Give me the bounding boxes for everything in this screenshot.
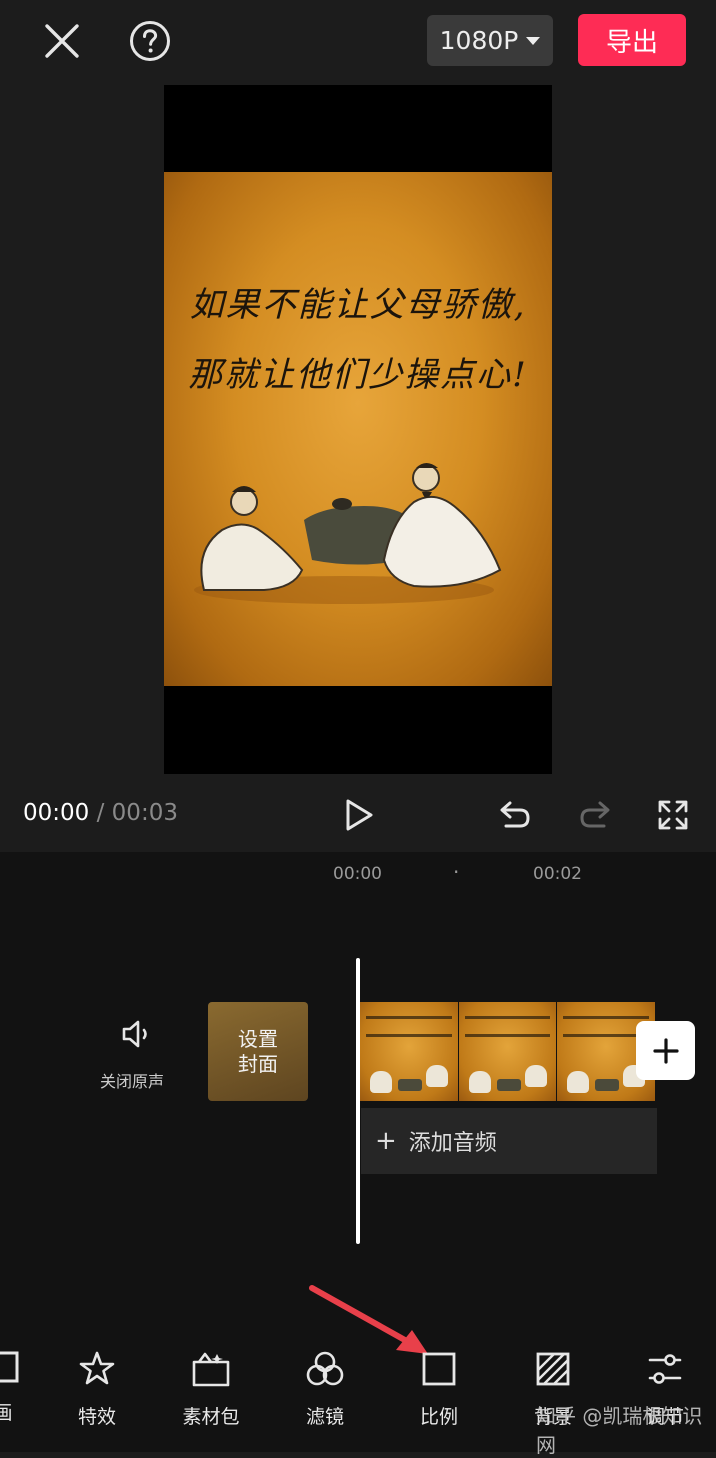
tool-label: 特效 — [77, 1406, 116, 1428]
total-time: 00:03 — [111, 800, 178, 826]
ruler-tick-end: 00:02 — [533, 864, 582, 884]
close-button[interactable] — [40, 19, 84, 63]
time-separator: / — [89, 800, 112, 826]
play-button[interactable] — [336, 793, 382, 837]
tool-label: 滤镜 — [305, 1406, 344, 1428]
tool-label: 素材包 — [182, 1406, 240, 1428]
plus-icon: + — [375, 1126, 397, 1156]
tool-material-pack[interactable]: 素材包 — [166, 1350, 256, 1429]
scholars-illustration — [194, 463, 502, 604]
plus-icon — [652, 1037, 679, 1064]
export-button[interactable]: 导出 — [578, 14, 686, 66]
add-clip-button[interactable] — [636, 1021, 695, 1080]
video-clip-track[interactable] — [360, 1002, 656, 1101]
poster-text-line-2: 那就让他们少操点心! — [188, 355, 528, 395]
tool-filter[interactable]: 滤镜 — [280, 1350, 370, 1429]
resolution-dropdown[interactable]: 1080P — [427, 15, 553, 66]
poster-text-line-1: 如果不能让父母骄傲, — [189, 285, 527, 325]
tool-effects[interactable]: 特效 — [52, 1350, 142, 1429]
filter-icon — [306, 1351, 344, 1386]
set-cover-button[interactable]: 设置 封面 — [208, 1002, 308, 1101]
ratio-square-icon — [422, 1352, 456, 1386]
canvas-icon — [0, 1351, 19, 1383]
fullscreen-button[interactable] — [652, 795, 694, 835]
undo-button[interactable] — [494, 795, 536, 835]
playhead[interactable] — [356, 958, 360, 1244]
playback-time: 00:00 / 00:03 — [23, 800, 178, 826]
watermark: 知乎 @凯瑞根知识网 — [536, 1404, 703, 1457]
add-audio-button[interactable]: + 添加音频 — [361, 1108, 657, 1174]
poster-image: 如果不能让父母骄傲, 那就让他们少操点心! — [164, 172, 552, 686]
tool-canvas[interactable]: 画 — [0, 1350, 48, 1425]
annotation-arrow — [309, 1285, 428, 1354]
add-audio-label: 添加音频 — [408, 1131, 497, 1156]
current-time: 00:00 — [23, 800, 90, 826]
redo-button[interactable] — [574, 795, 616, 835]
mute-original-button[interactable] — [116, 1016, 156, 1052]
material-pack-icon — [192, 1352, 230, 1387]
clip-thumbnail — [458, 1002, 557, 1101]
tool-ratio[interactable]: 比例 — [394, 1350, 484, 1429]
chevron-down-icon — [526, 36, 541, 45]
mute-original-label: 关闭原声 — [100, 1072, 165, 1091]
background-icon — [536, 1352, 570, 1386]
cover-label-line-2: 封面 — [238, 1051, 278, 1076]
tool-label: 比例 — [419, 1406, 458, 1428]
effects-star-icon — [79, 1351, 115, 1385]
ruler-tick-dot: · — [453, 860, 460, 884]
help-icon — [130, 21, 170, 61]
adjust-sliders-icon — [648, 1354, 682, 1384]
clip-thumbnail — [360, 1002, 458, 1101]
redo-icon — [580, 801, 610, 828]
undo-icon — [500, 801, 530, 828]
tool-label: 画 — [0, 1402, 13, 1424]
play-icon — [346, 799, 373, 831]
fullscreen-icon — [658, 800, 688, 830]
cover-label-line-1: 设置 — [238, 1026, 278, 1051]
ruler-tick-start: 00:00 — [333, 864, 382, 884]
close-icon — [45, 24, 79, 58]
speaker-icon — [122, 1020, 147, 1048]
help-button[interactable] — [128, 19, 172, 63]
resolution-value: 1080P — [439, 26, 519, 55]
video-preview[interactable]: 如果不能让父母骄傲, 那就让他们少操点心! — [164, 85, 552, 774]
